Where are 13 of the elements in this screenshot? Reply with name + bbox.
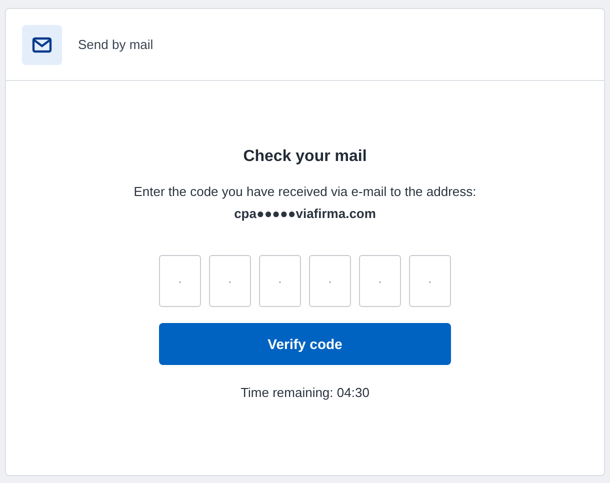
code-digit-field[interactable]: · [309,255,351,308]
code-digit-field[interactable]: · [259,255,301,308]
timer-text: Time remaining: 04:30 [240,384,370,402]
verify-button[interactable]: Verify code [159,323,451,366]
code-digit-field[interactable]: · [409,255,451,308]
instruction-text: Enter the code you have received via e-mail to the address: [134,183,476,202]
code-digit-field[interactable]: · [209,255,251,308]
header-title: Send by mail [78,36,154,54]
code-digit-field[interactable]: · [359,255,401,308]
mail-icon [22,24,62,64]
email-address: cpa●●●●●viafirma.com [234,204,376,223]
code-digit-field[interactable]: · [159,255,201,308]
heading: Check your mail [243,147,367,166]
